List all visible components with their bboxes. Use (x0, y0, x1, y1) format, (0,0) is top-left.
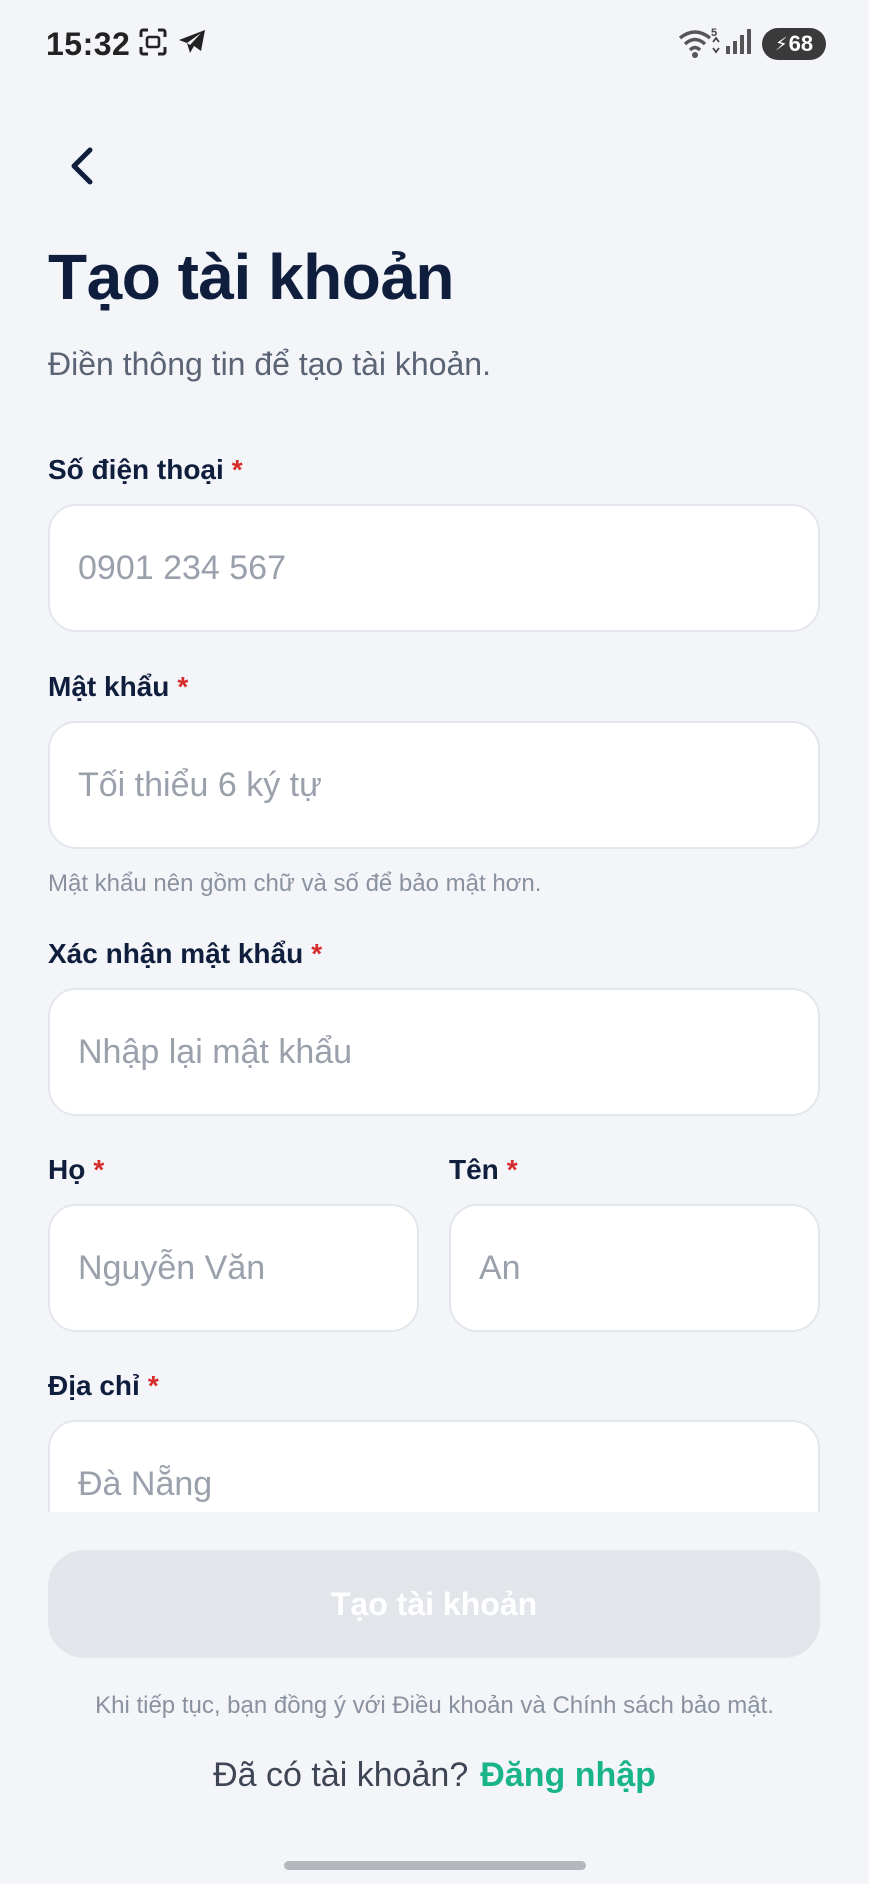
confirm-password-input[interactable] (48, 988, 820, 1116)
login-prompt: Đã có tài khoản? (213, 1756, 469, 1794)
address-label-text: Địa chỉ (48, 1370, 140, 1401)
create-account-button[interactable]: Tạo tài khoản (48, 1550, 820, 1658)
first-name-input[interactable] (449, 1204, 820, 1332)
password-label-text: Mật khẩu (48, 671, 170, 702)
login-link[interactable]: Đăng nhập (480, 1756, 656, 1794)
screenshot-scan-icon (139, 28, 167, 61)
last-name-input[interactable] (48, 1204, 419, 1332)
back-button[interactable] (56, 140, 108, 192)
battery-level: 68 (788, 31, 814, 56)
password-label: Mật khẩu * (48, 671, 188, 703)
chevron-left-icon (71, 147, 93, 185)
confirm-password-label-text: Xác nhận mật khẩu (48, 938, 304, 969)
confirm-password-label: Xác nhận mật khẩu * (48, 938, 322, 970)
password-helper-text: Mật khẩu nên gồm chữ và số để bảo mật hơ… (48, 870, 542, 897)
signal-icon (724, 28, 752, 61)
required-mark: * (177, 671, 189, 702)
last-name-label: Họ * (48, 1154, 104, 1186)
telegram-icon (177, 28, 207, 61)
address-input[interactable] (48, 1420, 820, 1512)
status-time: 15:32 (46, 26, 131, 62)
home-indicator[interactable] (284, 1861, 586, 1870)
phone-label-text: Số điện thoại (48, 454, 224, 485)
terms-text: Khi tiếp tục, bạn đồng ý với Điều khoản … (95, 1692, 774, 1719)
battery-indicator: ⚡ 68 (762, 28, 826, 60)
first-name-label: Tên * (449, 1154, 518, 1186)
wifi-icon: 5 (678, 26, 720, 65)
password-input[interactable] (48, 721, 820, 849)
required-mark: * (147, 1370, 159, 1401)
page-subtitle: Điền thông tin để tạo tài khoản. (48, 346, 491, 382)
required-mark: * (231, 454, 243, 485)
phone-label: Số điện thoại * (48, 454, 243, 486)
scroll-clip (0, 1420, 869, 1512)
address-label: Địa chỉ * (48, 1370, 159, 1402)
create-account-screen: 15:32 5 ⚡ 68 Tạo tài khoản Điền thông ti… (0, 0, 869, 1884)
page-title: Tạo tài khoản (48, 241, 455, 313)
battery-charging-icon: ⚡ (774, 34, 788, 54)
last-name-label-text: Họ (48, 1154, 86, 1185)
required-mark: * (311, 938, 323, 969)
phone-input[interactable] (48, 504, 820, 632)
required-mark: * (506, 1154, 518, 1185)
status-bar: 15:32 5 ⚡ 68 (0, 0, 869, 90)
login-row: Đã có tài khoản? Đăng nhập (0, 1756, 869, 1795)
first-name-label-text: Tên (449, 1154, 499, 1185)
required-mark: * (93, 1154, 105, 1185)
